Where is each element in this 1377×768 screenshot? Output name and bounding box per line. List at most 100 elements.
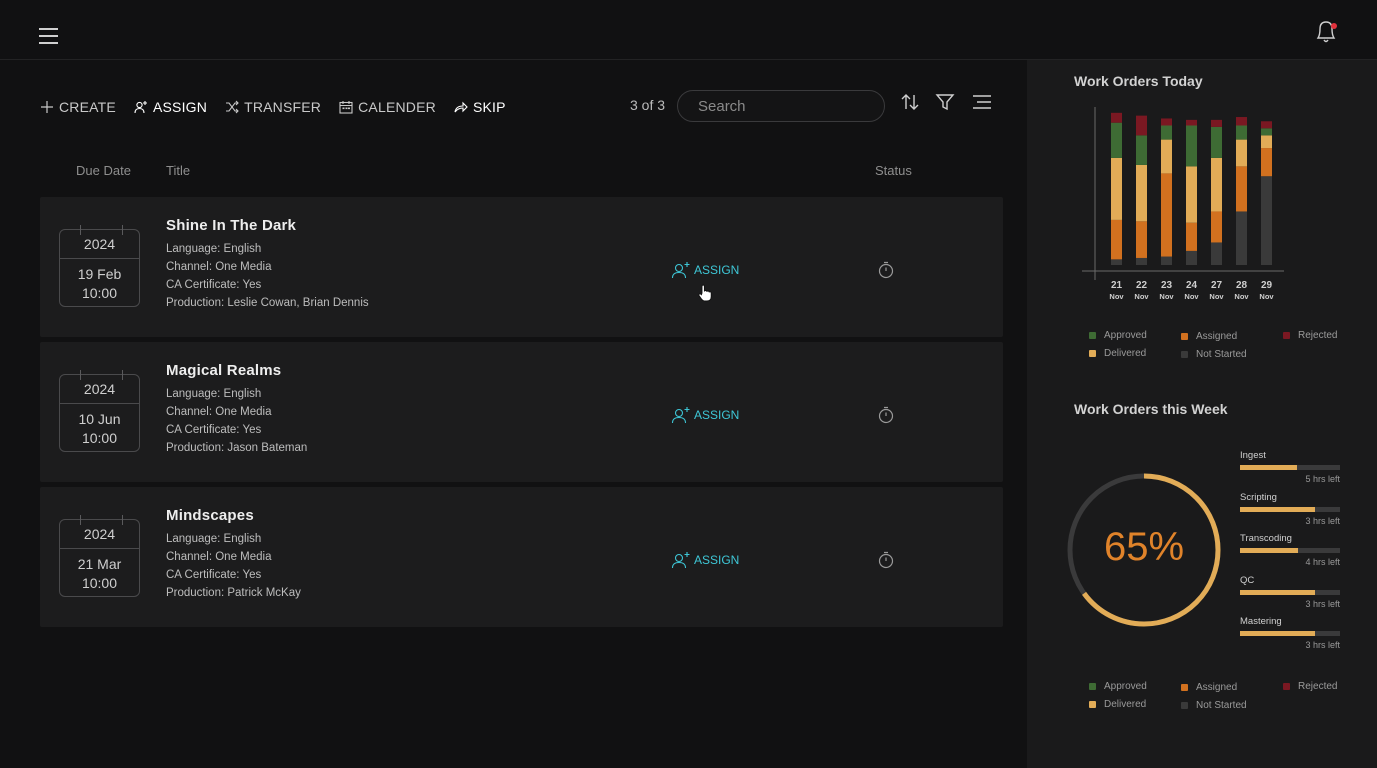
due-date-calendar: 2024 21 Mar 10:00 — [59, 515, 140, 597]
task-progress-fill — [1240, 590, 1315, 595]
language-text: Language: English — [166, 243, 262, 255]
assign-label: ASSIGN — [694, 553, 740, 567]
column-header-title[interactable]: Title — [166, 163, 190, 178]
legend-label: Not Started — [1196, 349, 1247, 360]
due-year: 2024 — [83, 526, 116, 542]
skip-button[interactable]: SKIP — [454, 99, 506, 115]
sort-icon[interactable] — [900, 92, 920, 112]
task-name: Transcoding — [1240, 533, 1292, 544]
bar-segment — [1111, 157, 1122, 220]
create-button[interactable]: CREATE — [40, 99, 116, 115]
x-tick-day: 21 — [1111, 280, 1123, 291]
x-tick-month: Nov — [1134, 292, 1149, 301]
column-header-status[interactable]: Status — [875, 163, 912, 178]
calender-button[interactable]: CALENDER — [339, 99, 436, 115]
table-row[interactable]: 2024 21 Mar 10:00 Mindscapes Language: En… — [40, 487, 1003, 627]
work-order-title[interactable]: Shine In The Dark — [166, 217, 369, 234]
bar-segment — [1211, 242, 1222, 265]
due-year: 2024 — [83, 236, 116, 252]
add-user-icon — [134, 101, 147, 114]
certificate-text: CA Certificate: Yes — [166, 279, 262, 291]
bar-segment — [1211, 211, 1222, 243]
task-time-left: 4 hrs left — [1305, 557, 1340, 567]
work-order-title[interactable]: Magical Realms — [166, 362, 307, 379]
assign-button[interactable]: ASSIGN — [671, 406, 739, 424]
legend-label: Delivered — [1104, 348, 1147, 359]
assign-label: ASSIGN — [694, 263, 740, 277]
assign-toolbar-button[interactable]: ASSIGN — [134, 99, 207, 115]
bar-segment — [1211, 126, 1222, 158]
bar-segment — [1186, 125, 1197, 167]
production-text: Production: Leslie Cowan, Brian Dennis — [166, 297, 369, 309]
filter-icon[interactable] — [935, 92, 955, 112]
menu-icon[interactable] — [39, 28, 58, 45]
legend-approved: Approved — [1089, 330, 1147, 341]
x-tick-month: Nov — [1234, 292, 1249, 301]
plus-icon — [41, 101, 53, 113]
legend-not-started: Not Started — [1181, 349, 1247, 360]
column-header-due-date[interactable]: Due Date — [76, 163, 131, 178]
language-text: Language: English — [166, 533, 262, 545]
task-progress-bar — [1240, 507, 1340, 512]
x-tick-day: 27 — [1211, 280, 1223, 291]
bar-segment — [1161, 173, 1172, 257]
add-user-icon — [671, 262, 690, 279]
list-options-icon[interactable] — [972, 92, 992, 112]
bar-segment — [1236, 139, 1247, 167]
bar-segment — [1261, 148, 1272, 177]
assign-label: ASSIGN — [152, 99, 208, 115]
due-date: 21 Mar — [77, 556, 122, 572]
calender-label: CALENDER — [358, 99, 436, 115]
due-date-calendar: 2024 10 Jun 10:00 — [59, 370, 140, 452]
x-tick-month: Nov — [1159, 292, 1174, 301]
task-qc: QC 3 hrs left — [1240, 575, 1340, 609]
channel-text: Channel: One Media — [166, 551, 272, 563]
timer-icon — [878, 406, 894, 424]
due-date-calendar: 2024 19 Feb 10:00 — [59, 225, 140, 307]
x-tick-day: 29 — [1261, 280, 1273, 291]
result-count: 3 of 3 — [630, 97, 666, 113]
due-time: 10:00 — [81, 575, 118, 591]
action-toolbar: CREATE ASSIGN TRANSFER CALENDER SKIP — [40, 96, 524, 118]
assign-button[interactable]: ASSIGN — [671, 261, 739, 279]
due-time: 10:00 — [81, 285, 118, 301]
task-progress-fill — [1240, 465, 1297, 470]
timer-icon — [878, 551, 894, 569]
due-year: 2024 — [83, 381, 116, 397]
notification-bell-icon[interactable] — [1314, 17, 1340, 45]
due-time: 10:00 — [81, 430, 118, 446]
bar-segment — [1211, 119, 1222, 127]
legend-label: Approved — [1104, 330, 1147, 341]
certificate-text: CA Certificate: Yes — [166, 424, 262, 436]
create-label: CREATE — [59, 99, 116, 115]
transfer-button[interactable]: TRANSFER — [225, 99, 321, 115]
work-orders-today-chart: 21Nov22Nov23Nov24Nov27Nov28Nov29Nov — [1082, 107, 1284, 301]
task-name: Scripting — [1240, 492, 1277, 503]
x-tick-day: 22 — [1136, 280, 1148, 291]
assign-button[interactable]: ASSIGN — [671, 551, 739, 569]
task-scripting: Scripting 3 hrs left — [1240, 492, 1340, 526]
transfer-label: TRANSFER — [244, 99, 322, 115]
task-time-left: 3 hrs left — [1305, 516, 1340, 526]
task-name: Mastering — [1240, 616, 1282, 627]
bar-segment — [1186, 222, 1197, 251]
due-date: 10 Jun — [78, 411, 121, 427]
task-progress-bar — [1240, 465, 1340, 470]
table-row[interactable]: 2024 19 Feb 10:00 Shine In The Dark Langu… — [40, 197, 1003, 337]
channel-text: Channel: One Media — [166, 261, 272, 273]
bar-segment — [1111, 259, 1122, 265]
production-text: Production: Patrick McKay — [166, 587, 301, 599]
x-tick-day: 28 — [1236, 280, 1248, 291]
task-time-left: 3 hrs left — [1305, 599, 1340, 609]
table-row[interactable]: 2024 10 Jun 10:00 Magical Realms Language… — [40, 342, 1003, 482]
legend-label: Not Started — [1196, 700, 1247, 711]
legend-label: Approved — [1104, 681, 1147, 692]
bar-segment — [1261, 128, 1272, 136]
bar-segment — [1211, 157, 1222, 212]
bar-segment — [1136, 221, 1147, 258]
search-input[interactable] — [677, 90, 885, 122]
work-order-title[interactable]: Mindscapes — [166, 507, 301, 524]
task-name: Ingest — [1240, 450, 1266, 461]
bar-segment — [1111, 219, 1122, 260]
bar-segment — [1111, 112, 1122, 123]
